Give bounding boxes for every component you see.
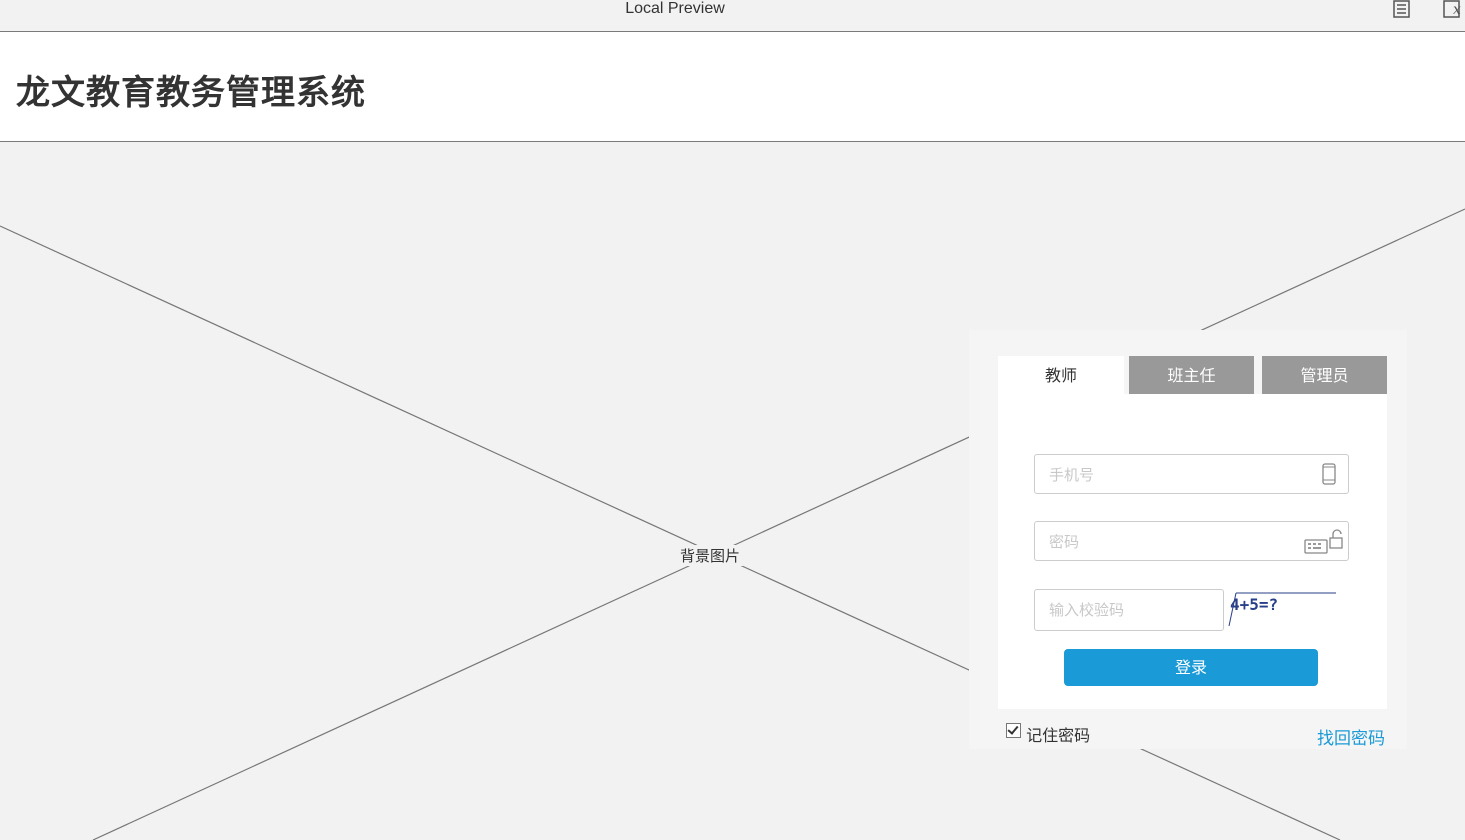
- page-header: 龙文教育教务管理系统: [0, 32, 1465, 142]
- tab-administrator[interactable]: 管理员: [1262, 356, 1387, 394]
- forgot-password-link[interactable]: 找回密码: [1317, 724, 1385, 749]
- captcha-text: 4+5=?: [1230, 595, 1278, 614]
- window-titlebar: Local Preview x: [0, 0, 1465, 32]
- keyboard-lock-icon: [1304, 529, 1343, 554]
- close-icon[interactable]: x: [1443, 0, 1463, 18]
- phone-input[interactable]: [1047, 455, 1311, 495]
- remember-checkbox[interactable]: [1006, 723, 1021, 738]
- svg-text:x: x: [1453, 2, 1461, 18]
- page-title: 龙文教育教务管理系统: [16, 73, 366, 113]
- captcha-field: [1034, 589, 1224, 631]
- captcha-input[interactable]: [1047, 590, 1221, 630]
- mobile-phone-icon: [1322, 463, 1336, 485]
- tab-head-teacher[interactable]: 班主任: [1129, 356, 1254, 394]
- tab-teacher[interactable]: 教师: [998, 356, 1124, 394]
- remember-label: 记住密码: [1026, 726, 1091, 745]
- login-button[interactable]: 登录: [1064, 649, 1318, 686]
- password-field: [1034, 521, 1349, 562]
- document-icon[interactable]: [1393, 0, 1411, 18]
- phone-field: [1034, 454, 1349, 495]
- background-image-label: 背景图片: [674, 545, 747, 566]
- password-input[interactable]: [1047, 522, 1311, 562]
- remember-password[interactable]: 记住密码: [1006, 722, 1090, 746]
- captcha-image[interactable]: 4+5=?: [1228, 588, 1338, 630]
- window-title: Local Preview: [625, 0, 725, 17]
